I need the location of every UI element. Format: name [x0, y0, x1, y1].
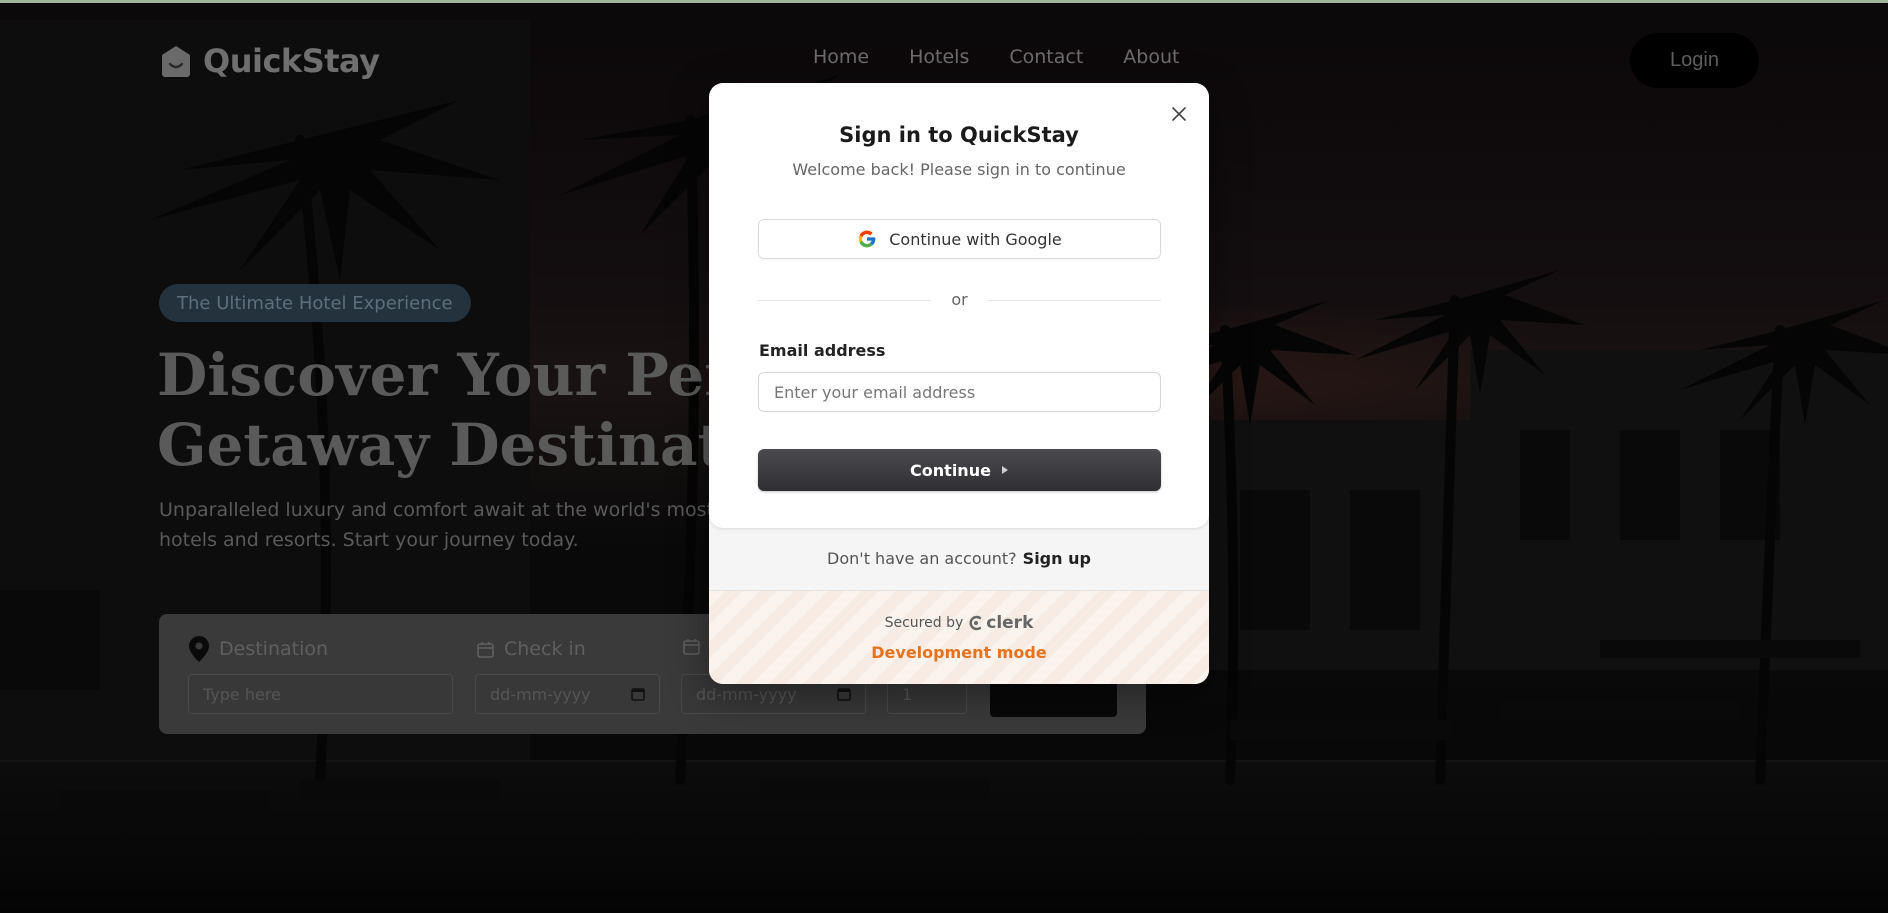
sign-up-link[interactable]: Sign up: [1023, 549, 1091, 568]
or-divider: or: [758, 290, 1161, 310]
login-button[interactable]: Login: [1630, 33, 1759, 88]
nav-link-home[interactable]: Home: [813, 46, 869, 68]
guests-value: 1: [902, 684, 913, 704]
google-icon: [858, 230, 876, 248]
caret-right-icon: [1001, 466, 1008, 474]
hero-subtitle: Unparalleled luxury and comfort await at…: [159, 495, 759, 555]
signup-prompt: Don't have an account? Sign up: [709, 549, 1209, 568]
clerk-logo-icon: [969, 615, 982, 631]
location-pin-icon: [189, 636, 209, 662]
sign-in-modal: Sign in to QuickStay Welcome back! Pleas…: [709, 83, 1209, 684]
google-sign-in-button[interactable]: Continue with Google: [758, 219, 1161, 259]
modal-title: Sign in to QuickStay: [839, 123, 1079, 147]
checkout-placeholder: dd-mm-yyyy: [696, 684, 797, 704]
house-logo-icon: [162, 46, 190, 77]
destination-label: Destination: [219, 638, 329, 660]
sign-in-card: Sign in to QuickStay Welcome back! Pleas…: [709, 83, 1209, 528]
email-label: Email address: [759, 341, 886, 360]
modal-subtitle: Welcome back! Please sign in to continue: [792, 160, 1126, 179]
hero-subtitle-line-1: Unparalleled luxury and comfort await at…: [159, 499, 759, 521]
google-button-label: Continue with Google: [889, 229, 1062, 249]
email-input[interactable]: Enter your email address: [758, 372, 1161, 412]
calendar-icon: [477, 641, 494, 658]
email-placeholder: Enter your email address: [774, 382, 976, 402]
continue-label: Continue: [910, 460, 991, 480]
close-icon: [1172, 107, 1186, 121]
clerk-logo[interactable]: clerk: [969, 613, 1033, 633]
checkin-placeholder: dd-mm-yyyy: [490, 684, 591, 704]
nav-link-about[interactable]: About: [1123, 46, 1179, 68]
no-account-text: Don't have an account?: [827, 549, 1017, 568]
secured-by-text: Secured by: [884, 615, 964, 631]
close-modal-button[interactable]: [1168, 103, 1190, 125]
destination-placeholder: Type here: [203, 684, 281, 704]
brand-logo[interactable]: QuickStay: [159, 42, 380, 80]
modal-footer: [709, 591, 1209, 684]
secured-by-clerk: Secured by clerk: [709, 613, 1209, 633]
calendar-icon: [683, 639, 700, 655]
calendar-picker-icon[interactable]: [631, 687, 645, 701]
hero-subtitle-line-2: hotels and resorts. Start your journey t…: [159, 529, 579, 551]
continue-button[interactable]: Continue: [758, 449, 1161, 491]
window-top-border: [0, 0, 1888, 3]
main-nav: Home Hotels Contact About: [813, 46, 1179, 68]
nav-link-hotels[interactable]: Hotels: [909, 46, 969, 68]
checkout-field: [683, 638, 700, 655]
calendar-picker-icon[interactable]: [837, 687, 851, 701]
clerk-wordmark: clerk: [986, 613, 1034, 633]
destination-field: Destination: [189, 636, 328, 662]
brand-name: QuickStay: [203, 42, 380, 80]
checkin-date-input[interactable]: dd-mm-yyyy: [475, 674, 660, 714]
destination-input[interactable]: Type here: [188, 674, 453, 714]
nav-link-contact[interactable]: Contact: [1009, 46, 1083, 68]
development-mode-label: Development mode: [871, 643, 1047, 662]
checkin-label: Check in: [504, 638, 586, 660]
hero-badge: The Ultimate Hotel Experience: [159, 284, 471, 322]
checkin-field: Check in: [477, 638, 586, 660]
